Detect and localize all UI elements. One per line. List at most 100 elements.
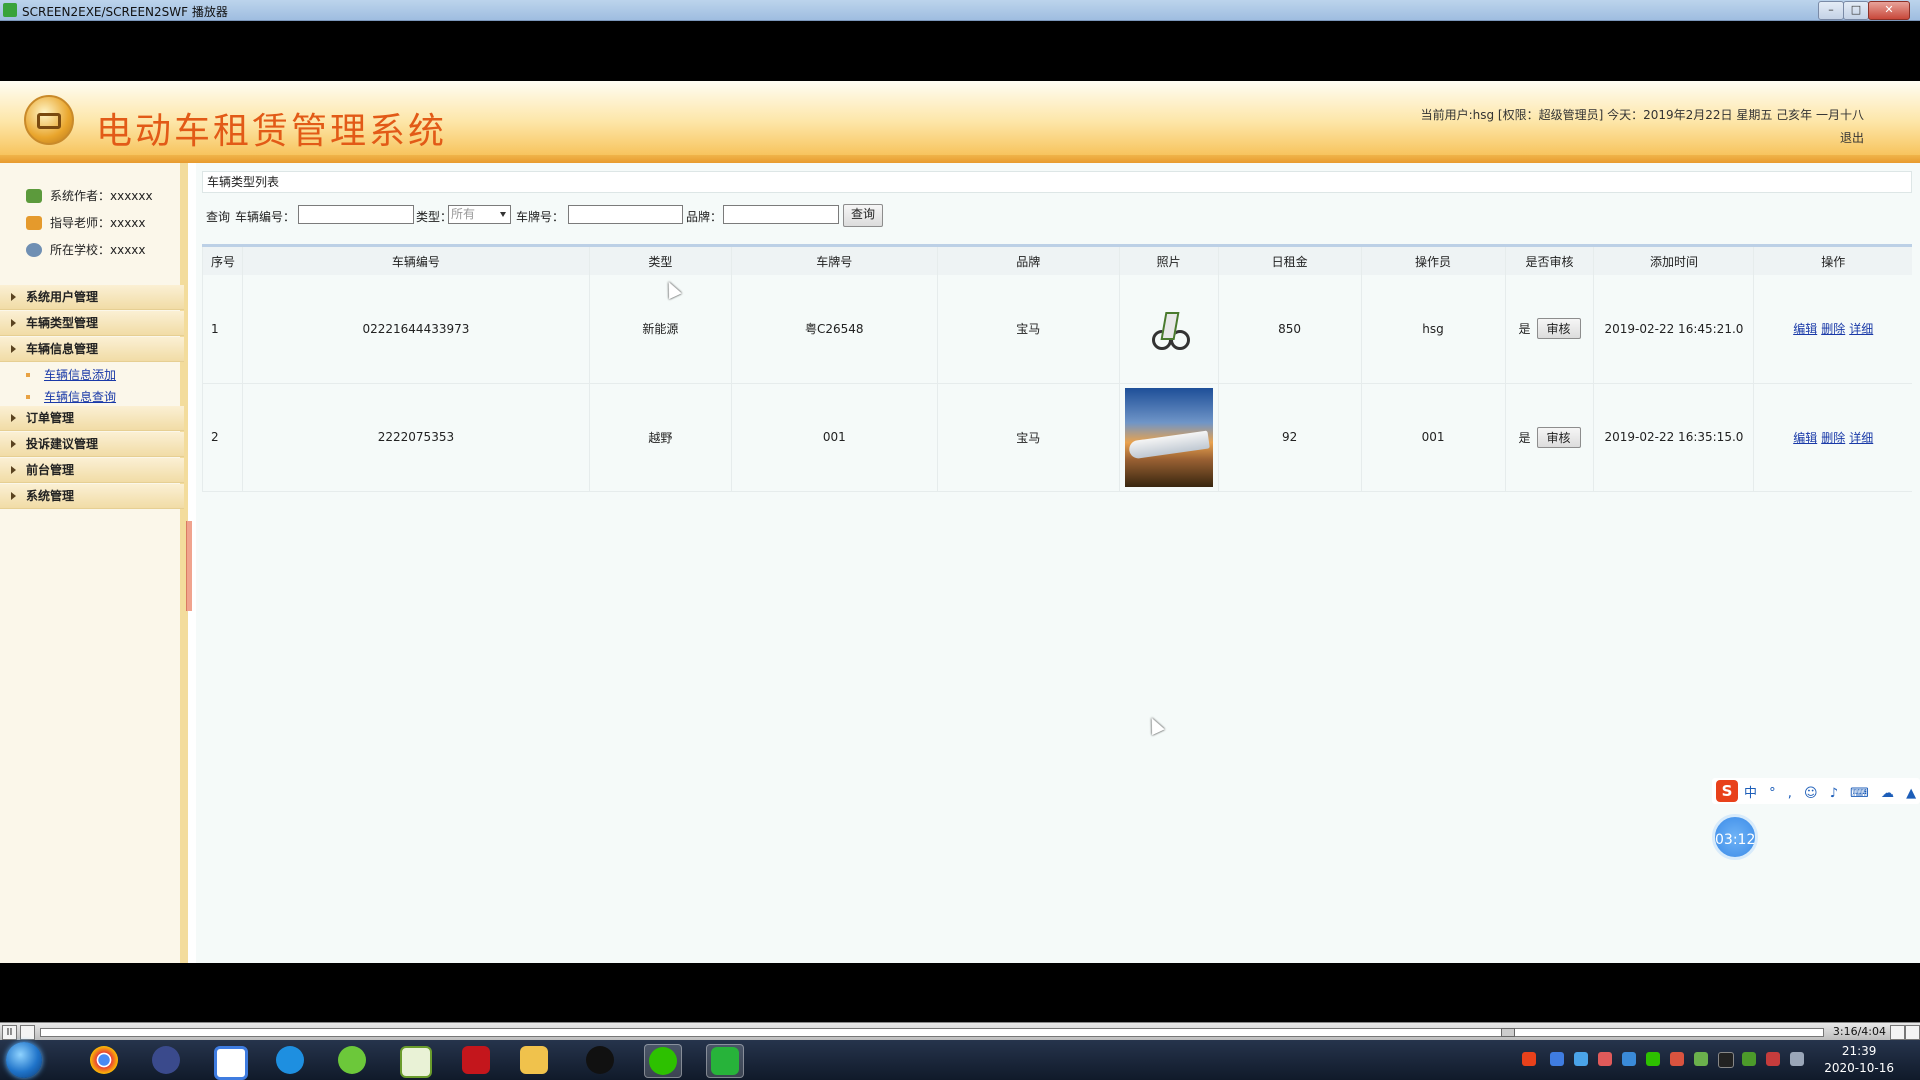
close-button[interactable]: ✕ bbox=[1868, 1, 1910, 20]
stop-icon[interactable] bbox=[20, 1025, 35, 1040]
system-tray bbox=[1506, 1050, 1806, 1070]
cell-audited: 是审核 bbox=[1504, 383, 1594, 492]
site-header: 电动车租赁管理系统 当前用户:hsg [权限：超级管理员] 今天：2019年2月… bbox=[0, 81, 1920, 155]
wechat-icon[interactable] bbox=[644, 1044, 682, 1078]
wechat-tray-icon[interactable] bbox=[1646, 1052, 1660, 1066]
vehicle-no-label: 车辆编号： bbox=[235, 210, 296, 224]
plate-label: 车牌号： bbox=[516, 210, 565, 224]
cell-actions: 编辑 删除 详细 bbox=[1753, 275, 1912, 384]
col-type: 类型 bbox=[588, 247, 732, 275]
ime-toolbar-items[interactable]: 中 ° , ☺ ♪ ⌨ ☁ ▲ ▦ bbox=[1744, 782, 1920, 801]
chrome-icon[interactable] bbox=[86, 1044, 122, 1076]
table-header-row: 序号 车辆编号 类型 车牌号 品牌 照片 日租金 操作员 是否审核 添加时间 操… bbox=[202, 247, 1912, 275]
vehicle-no-input[interactable] bbox=[298, 205, 414, 224]
browser-q-icon[interactable] bbox=[272, 1044, 308, 1076]
seek-knob[interactable] bbox=[1501, 1028, 1515, 1037]
edit-link[interactable]: 编辑 bbox=[1793, 431, 1817, 445]
sidebar-collapse-handle[interactable] bbox=[186, 521, 192, 611]
detail-link[interactable]: 详细 bbox=[1849, 322, 1873, 336]
brand-input[interactable] bbox=[723, 205, 839, 224]
menu-frontend[interactable]: 前台管理 bbox=[0, 458, 184, 483]
type-select[interactable]: 所有 bbox=[448, 205, 511, 224]
col-brand: 品牌 bbox=[936, 247, 1120, 275]
picture-app-icon[interactable] bbox=[210, 1044, 248, 1080]
taskbar: 21:39 2020-10-16 bbox=[0, 1040, 1920, 1080]
cell-plate: 粤C26548 bbox=[730, 275, 938, 384]
menu-orders[interactable]: 订单管理 bbox=[0, 406, 184, 431]
plate-input[interactable] bbox=[568, 205, 683, 224]
speaker-tray-icon[interactable] bbox=[1670, 1052, 1684, 1066]
detail-link[interactable]: 详细 bbox=[1849, 431, 1873, 445]
submenu-vehicle-query[interactable]: 车辆信息查询 bbox=[26, 388, 116, 405]
delete-link[interactable]: 删除 bbox=[1821, 322, 1845, 336]
main-content: 车辆类型列表 查询 车辆编号： 类型： 所有 车牌号： 品牌： 查询 序号 车辆… bbox=[196, 163, 1920, 963]
fullscreen-icon[interactable] bbox=[1890, 1025, 1905, 1040]
file-explorer-icon[interactable] bbox=[516, 1044, 552, 1076]
bullet-icon bbox=[26, 373, 30, 377]
recording-timer: 03:12 bbox=[1712, 814, 1758, 860]
app-tray-icon[interactable] bbox=[1598, 1052, 1612, 1066]
table-row: 2 2222075353 越野 001 宝马 92 001 是审核 2019-0… bbox=[202, 383, 1912, 492]
cell-photo bbox=[1118, 275, 1219, 384]
col-audited: 是否审核 bbox=[1504, 247, 1594, 275]
cell-index: 1 bbox=[202, 275, 243, 384]
search-button[interactable]: 查询 bbox=[843, 204, 884, 227]
col-daily-rent: 日租金 bbox=[1217, 247, 1362, 275]
green-tray-icon[interactable] bbox=[1694, 1052, 1708, 1066]
delete-link[interactable]: 删除 bbox=[1821, 431, 1845, 445]
cell-vehicle-no: 2222075353 bbox=[241, 383, 590, 492]
display-tray-icon[interactable] bbox=[1790, 1052, 1804, 1066]
qq-icon[interactable] bbox=[582, 1044, 618, 1076]
edit-link[interactable]: 编辑 bbox=[1793, 322, 1817, 336]
sogou-tray-icon[interactable] bbox=[1522, 1052, 1536, 1066]
sidebar: 系统作者：xxxxxx 指导老师：xxxxx 所在学校：xxxxx 系统用户管理… bbox=[0, 163, 188, 963]
cell-photo bbox=[1118, 383, 1219, 492]
chart-app-icon[interactable] bbox=[396, 1044, 432, 1078]
ime-toolbar[interactable]: S 中 ° , ☺ ♪ ⌨ ☁ ▲ ▦ bbox=[1712, 778, 1920, 804]
cell-added-time: 2019-02-22 16:35:15.0 bbox=[1593, 383, 1754, 492]
start-button-icon[interactable] bbox=[6, 1042, 42, 1078]
caret-right-icon bbox=[11, 492, 16, 500]
audit-button[interactable]: 审核 bbox=[1536, 426, 1581, 448]
col-photo: 照片 bbox=[1118, 247, 1219, 275]
col-actions: 操作 bbox=[1753, 247, 1912, 275]
playback-time: 3:16/4:04 bbox=[1832, 1025, 1886, 1038]
media-player-icon[interactable] bbox=[148, 1044, 184, 1076]
caret-right-icon bbox=[11, 466, 16, 474]
screen-player-icon[interactable] bbox=[706, 1044, 744, 1078]
taskbar-clock[interactable]: 21:39 2020-10-16 bbox=[1824, 1043, 1894, 1077]
minimize-button[interactable]: – bbox=[1818, 1, 1844, 20]
author-info: 系统作者：xxxxxx bbox=[26, 187, 153, 204]
type-label: 类型： bbox=[416, 210, 453, 224]
school-info: 所在学校：xxxxx bbox=[26, 241, 146, 258]
green-app-icon[interactable] bbox=[334, 1044, 370, 1076]
vehicle-table: 序号 车辆编号 类型 车牌号 品牌 照片 日租金 操作员 是否审核 添加时间 操… bbox=[202, 244, 1912, 492]
logout-link[interactable]: 退出 bbox=[1840, 129, 1864, 146]
security-tray-icon[interactable] bbox=[1574, 1052, 1588, 1066]
menu-complaints[interactable]: 投诉建议管理 bbox=[0, 432, 184, 457]
info-icon[interactable] bbox=[1905, 1025, 1920, 1040]
maximize-button[interactable]: □ bbox=[1843, 1, 1869, 20]
caret-right-icon bbox=[11, 440, 16, 448]
train-photo bbox=[1124, 387, 1213, 487]
volume-tray-icon[interactable] bbox=[1766, 1052, 1780, 1066]
network-tray-icon[interactable] bbox=[1550, 1052, 1564, 1066]
chevron-down-icon bbox=[500, 212, 506, 217]
submenu-vehicle-add[interactable]: 车辆信息添加 bbox=[26, 366, 116, 383]
cell-brand: 宝马 bbox=[936, 383, 1120, 492]
menu-system-users[interactable]: 系统用户管理 bbox=[0, 285, 184, 310]
pause-button[interactable]: II bbox=[2, 1025, 17, 1040]
caret-right-icon bbox=[11, 319, 16, 327]
battery-tray-icon[interactable] bbox=[1742, 1052, 1756, 1066]
seek-bar[interactable] bbox=[40, 1028, 1824, 1037]
col-operator: 操作员 bbox=[1360, 247, 1506, 275]
audit-button[interactable]: 审核 bbox=[1536, 318, 1581, 340]
flash-icon[interactable] bbox=[458, 1044, 494, 1076]
shield-tray-icon[interactable] bbox=[1622, 1052, 1636, 1066]
qq-tray-icon[interactable] bbox=[1718, 1052, 1734, 1068]
user-icon bbox=[26, 189, 42, 203]
menu-vehicle-info[interactable]: 车辆信息管理 bbox=[0, 337, 184, 362]
window-titlebar: SCREEN2EXE/SCREEN2SWF 播放器 – □ ✕ bbox=[0, 0, 1920, 21]
menu-vehicle-types[interactable]: 车辆类型管理 bbox=[0, 311, 184, 336]
menu-system[interactable]: 系统管理 bbox=[0, 484, 184, 509]
